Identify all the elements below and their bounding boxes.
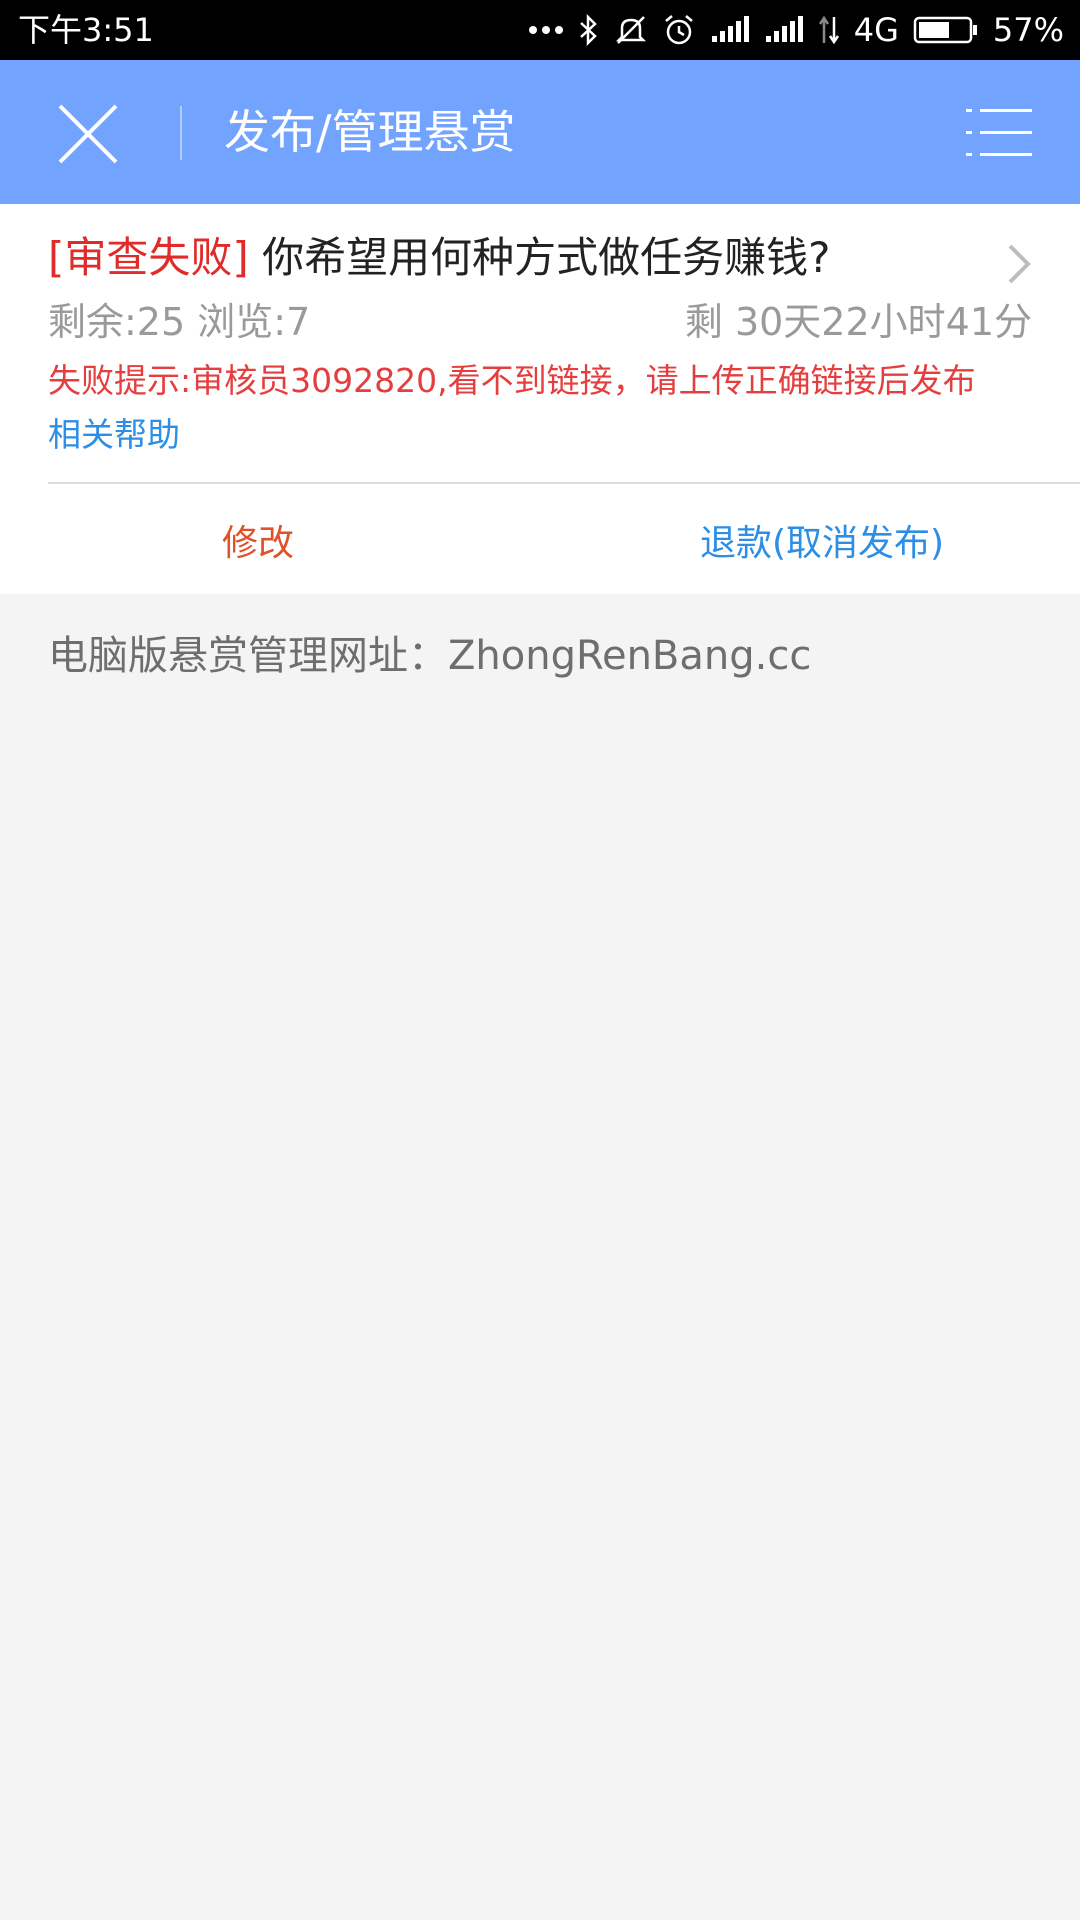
time-left: 剩 30天22小时41分 [684,300,1032,344]
app-header: 发布/管理悬赏 [0,60,1080,204]
help-link[interactable]: 相关帮助 [48,408,180,462]
status-bar: 下午3:51 4G 57% [0,0,1080,60]
fail-message: 失败提示:审核员3092820,看不到链接，请上传正确链接后发布 [48,361,976,400]
task-stats: 剩余:25 浏览:7 [48,294,310,350]
more-dots-icon [528,8,564,52]
signal-icon [710,8,750,52]
remaining-count: 剩余:25 [48,300,186,344]
task-title-row[interactable]: [审查失败] 你希望用何种方式做任务赚钱? [48,230,988,286]
bluetooth-icon [578,8,600,52]
task-card: [审查失败] 你希望用何种方式做任务赚钱? 剩余:25 浏览:7 剩 30天22… [0,204,1080,594]
task-title: 你希望用何种方式做任务赚钱? [248,233,831,282]
battery-icon [913,8,979,52]
page-title: 发布/管理悬赏 [224,105,516,159]
close-icon[interactable] [56,102,120,166]
edit-button[interactable]: 修改 [0,486,516,594]
mute-icon [614,8,648,52]
status-icons: 4G 57% [528,8,1064,52]
view-count: 浏览:7 [197,300,311,344]
header-divider [180,106,182,160]
card-divider [48,482,1080,484]
network-type: 4G [853,11,899,49]
refund-button[interactable]: 退款(取消发布) [540,486,1080,594]
status-badge: [审查失败] [48,233,249,282]
chevron-right-icon[interactable] [1004,240,1034,288]
menu-icon[interactable] [966,106,1032,160]
data-arrows-icon [818,8,840,52]
pc-url-note: 电脑版悬赏管理网址：ZhongRenBang.cc [48,633,812,679]
signal-icon [764,8,804,52]
status-time: 下午3:51 [18,11,154,49]
battery-percent: 57% [992,11,1064,49]
alarm-icon [662,8,696,52]
